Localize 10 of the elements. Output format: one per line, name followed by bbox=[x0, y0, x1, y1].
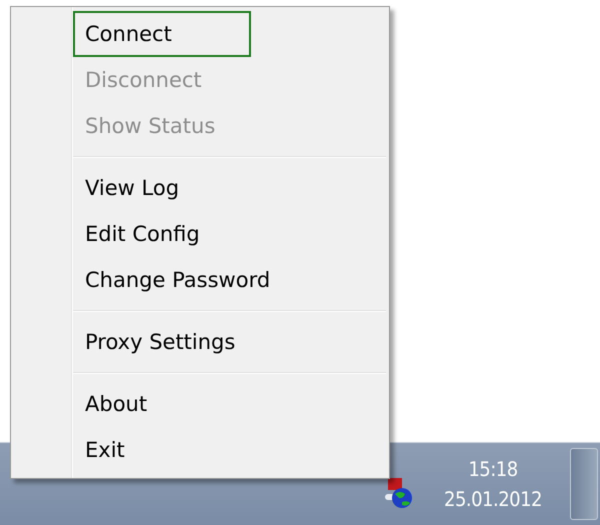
network-globe-icon[interactable] bbox=[382, 476, 414, 510]
clock-time: 15:18 bbox=[468, 457, 518, 481]
menu-item[interactable]: Exit bbox=[73, 427, 251, 473]
clock-date: 25.01.2012 bbox=[444, 487, 542, 511]
menu-item[interactable]: View Log bbox=[73, 165, 251, 211]
menu-item[interactable]: About bbox=[73, 381, 251, 427]
menu-item[interactable]: Change Password bbox=[73, 257, 280, 303]
menu-item[interactable]: Connect bbox=[73, 11, 251, 57]
menu-item[interactable]: Proxy Settings bbox=[73, 319, 251, 365]
menu-item[interactable]: Edit Config bbox=[73, 211, 251, 257]
